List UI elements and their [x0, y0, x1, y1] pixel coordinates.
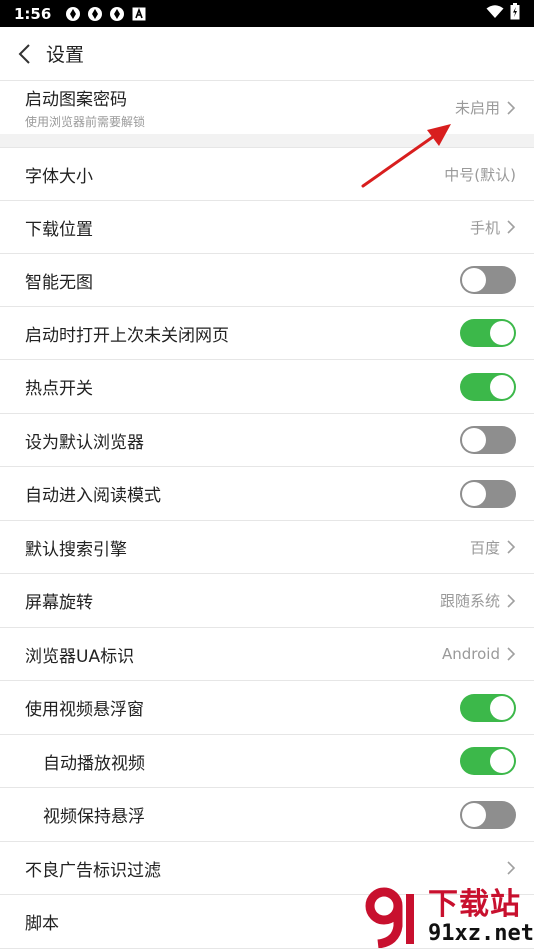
battery-icon	[510, 3, 520, 24]
toggle-knob	[490, 374, 514, 399]
notification-icons	[65, 6, 147, 22]
setting-label: 使用视频悬浮窗	[25, 700, 144, 720]
setting-row-default-browser: 设为默认浏览器	[0, 414, 534, 467]
setting-label: 视频保持悬浮	[43, 807, 145, 827]
setting-row-font-size[interactable]: 字体大小 中号(默认)	[0, 148, 534, 201]
setting-label: 默认搜索引擎	[25, 539, 127, 560]
setting-label: 浏览器UA标识	[25, 646, 135, 667]
setting-label: 字体大小	[25, 166, 93, 187]
setting-row-autoplay-video: 自动播放视频	[0, 735, 534, 788]
page-title: 设置	[46, 44, 85, 66]
toggle-switch[interactable]	[460, 319, 516, 347]
toggle-switch[interactable]	[460, 479, 516, 508]
toggle-switch[interactable]	[460, 372, 516, 401]
status-bar: 1:56	[0, 0, 534, 27]
setting-value: 跟随系统	[439, 592, 500, 610]
watermark-logo-icon	[365, 887, 414, 948]
setting-value: 未启用	[454, 99, 500, 117]
app-notification-icon	[65, 6, 81, 22]
setting-label: 下载位置	[25, 219, 93, 240]
toggle-switch[interactable]	[460, 693, 516, 722]
status-time: 1:56	[14, 4, 52, 23]
app-notification-icon	[87, 6, 103, 22]
site-watermark: 下载站 91xz.net	[362, 884, 534, 950]
setting-row-video-floating: 使用视频悬浮窗	[0, 681, 534, 735]
setting-label: 屏幕旋转	[25, 593, 93, 613]
setting-label: 不良广告标识过滤	[25, 860, 161, 881]
chevron-right-icon	[506, 539, 516, 555]
setting-row-search-engine[interactable]: 默认搜索引擎 百度	[0, 521, 534, 574]
toggle-knob	[462, 802, 486, 827]
chevron-right-icon	[506, 100, 516, 116]
setting-value: 百度	[469, 538, 500, 557]
toggle-knob	[490, 321, 514, 345]
system-status-icons	[486, 3, 520, 24]
setting-value: 手机	[469, 218, 500, 237]
setting-label: 启动图案密码	[25, 90, 127, 110]
toggle-switch[interactable]	[460, 426, 516, 454]
chevron-right-icon	[506, 219, 516, 235]
setting-row-smart-no-image: 智能无图	[0, 254, 534, 307]
setting-label: 智能无图	[25, 272, 93, 293]
setting-row-hotspot: 热点开关	[0, 360, 534, 414]
toggle-knob	[462, 428, 486, 452]
toggle-knob	[462, 481, 486, 506]
setting-row-keep-floating: 视频保持悬浮	[0, 788, 534, 842]
setting-description: 使用浏览器前需要解锁	[25, 115, 146, 129]
settings-header: 设置	[0, 27, 534, 81]
setting-label: 自动播放视频	[43, 753, 145, 774]
setting-label: 热点开关	[25, 379, 93, 399]
watermark-title: 下载站	[428, 887, 521, 922]
back-button[interactable]	[2, 27, 46, 81]
setting-row-screen-rotation[interactable]: 屏幕旋转 跟随系统	[0, 574, 534, 628]
setting-row-restore-tabs: 启动时打开上次未关闭网页	[0, 307, 534, 360]
app-notification-icon	[109, 6, 125, 22]
chevron-right-icon	[506, 646, 516, 662]
setting-row-reading-mode: 自动进入阅读模式	[0, 467, 534, 521]
watermark-domain: 91xz.net	[428, 921, 534, 946]
setting-row-user-agent[interactable]: 浏览器UA标识 Android	[0, 628, 534, 681]
chevron-right-icon	[506, 593, 516, 609]
section-divider	[0, 134, 534, 148]
wifi-icon	[486, 4, 504, 23]
toggle-switch[interactable]	[460, 747, 516, 775]
a-letter-icon	[131, 6, 147, 22]
chevron-left-icon	[18, 43, 30, 64]
toggle-knob	[462, 268, 486, 292]
toggle-knob	[490, 749, 514, 773]
setting-label: 自动进入阅读模式	[25, 486, 161, 506]
setting-row-download-location[interactable]: 下载位置 手机	[0, 201, 534, 254]
setting-value: Android	[442, 645, 500, 663]
setting-label: 脚本	[25, 914, 59, 934]
setting-value: 中号(默认)	[444, 165, 516, 184]
setting-label: 启动时打开上次未关闭网页	[25, 325, 229, 346]
setting-label: 设为默认浏览器	[25, 432, 144, 453]
setting-row-pattern-password[interactable]: 启动图案密码 使用浏览器前需要解锁 未启用	[0, 81, 534, 134]
toggle-switch[interactable]	[460, 266, 516, 294]
toggle-knob	[490, 695, 514, 720]
chevron-right-icon	[506, 860, 516, 876]
toggle-switch[interactable]	[460, 800, 516, 829]
